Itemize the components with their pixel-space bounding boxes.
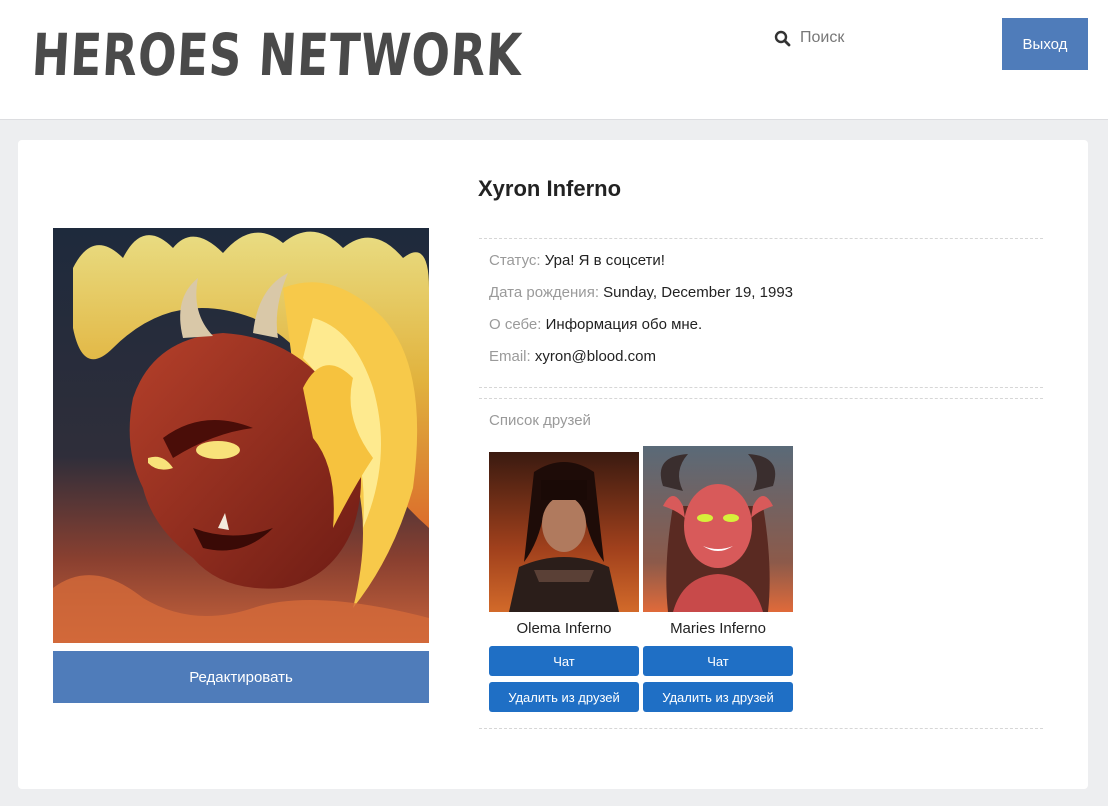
- status-label: Статус:: [489, 252, 541, 269]
- email-value: xyron@blood.com: [534, 348, 656, 365]
- about-field: О себе: Информация обо мне.: [489, 316, 702, 333]
- remove-friend-button[interactable]: Удалить из друзей: [643, 682, 793, 712]
- divider: [479, 387, 1043, 388]
- friend-avatar[interactable]: [643, 446, 793, 612]
- friends-list-title: Список друзей: [489, 412, 591, 429]
- about-label: О себе:: [489, 316, 542, 333]
- friend-name[interactable]: Maries Inferno: [643, 620, 793, 637]
- friend-avatar[interactable]: [489, 452, 639, 612]
- chat-button[interactable]: Чат: [489, 646, 639, 676]
- search-icon: [774, 30, 791, 46]
- divider: [479, 398, 1043, 399]
- profile-avatar: [53, 228, 429, 643]
- birthdate-label: Дата рождения:: [489, 284, 599, 301]
- top-header: HEROES NETWORK Поиск Выход: [0, 0, 1108, 120]
- site-logo[interactable]: HEROES NETWORK: [30, 20, 524, 90]
- divider: [479, 238, 1043, 239]
- status-field: Статус: Ура! Я в соцсети!: [489, 252, 665, 269]
- profile-card: Редактировать Xyron Inferno Статус: Ура!…: [18, 140, 1088, 789]
- birthdate-value: Sunday, December 19, 1993: [603, 284, 793, 301]
- remove-friend-button[interactable]: Удалить из друзей: [489, 682, 639, 712]
- search-input[interactable]: Поиск: [800, 29, 844, 47]
- edit-profile-button[interactable]: Редактировать: [53, 651, 429, 703]
- logout-button[interactable]: Выход: [1002, 18, 1088, 70]
- birthdate-field: Дата рождения: Sunday, December 19, 1993: [489, 284, 793, 301]
- friend-name[interactable]: Olema Inferno: [489, 620, 639, 637]
- status-value: Ура! Я в соцсети!: [544, 252, 665, 269]
- search-box[interactable]: Поиск: [774, 26, 844, 50]
- profile-name: Xyron Inferno: [478, 176, 622, 201]
- email-field: Email: xyron@blood.com: [489, 348, 656, 365]
- email-label: Email:: [489, 348, 531, 365]
- divider: [479, 728, 1043, 729]
- about-value: Информация обо мне.: [545, 316, 703, 333]
- chat-button[interactable]: Чат: [643, 646, 793, 676]
